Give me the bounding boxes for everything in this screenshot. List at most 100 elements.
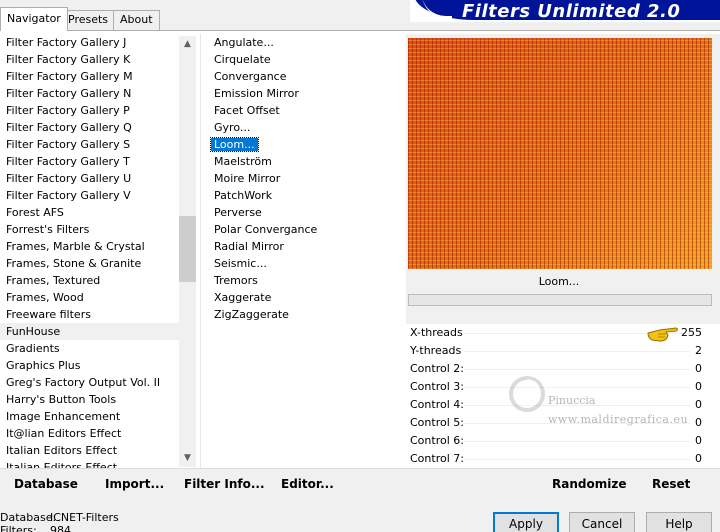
param-track[interactable] (464, 459, 690, 460)
category-item[interactable]: Filter Factory Gallery U (0, 170, 196, 187)
param-slider-row[interactable]: Control 4: 0 (406, 396, 720, 414)
title-banner: Filters Unlimited 2.0 (410, 0, 720, 22)
filter-item[interactable]: Loom... (205, 136, 400, 153)
param-track[interactable] (464, 351, 690, 352)
category-item[interactable]: Graphics Plus (0, 357, 196, 374)
category-item[interactable]: Freeware filters (0, 306, 196, 323)
filter-item-label: Convergance (214, 70, 287, 83)
category-item[interactable]: Image Enhancement (0, 408, 196, 425)
filter-item[interactable]: Facet Offset (205, 102, 400, 119)
preview-area: Loom... X-threads 255 Y-threads 2 Control 2:… (406, 34, 720, 468)
filter-item[interactable]: ZigZaggerate (205, 306, 400, 323)
filter-item[interactable]: Tremors (205, 272, 400, 289)
filter-item[interactable]: Maelström (205, 153, 400, 170)
import-button[interactable]: Import... (105, 477, 164, 491)
editor-button[interactable]: Editor... (281, 477, 334, 491)
param-name: X-threads (410, 326, 463, 339)
reset-button[interactable]: Reset (652, 477, 690, 491)
param-slider-row[interactable]: Control 2: 0 (406, 360, 720, 378)
param-slider-row[interactable]: Control 3: 0 (406, 378, 720, 396)
filter-item[interactable]: Seismic... (205, 255, 400, 272)
filter-item-label: Seismic... (214, 257, 267, 270)
category-item[interactable]: Filter Factory Gallery Q (0, 119, 196, 136)
category-item[interactable]: Italian Editors Effect (0, 459, 196, 468)
param-slider-row[interactable]: Y-threads 2 (406, 342, 720, 360)
filter-preview-image (408, 38, 712, 269)
filter-item-label: Xaggerate (214, 291, 272, 304)
category-list[interactable]: Filter Factory Gallery J Filter Factory G… (0, 34, 196, 468)
randomize-button[interactable]: Randomize (552, 477, 626, 491)
category-item[interactable]: Filter Factory Gallery M (0, 68, 196, 85)
category-item[interactable]: Frames, Marble & Crystal (0, 238, 196, 255)
filter-item[interactable]: Radial Mirror (205, 238, 400, 255)
param-track[interactable] (464, 387, 690, 388)
scroll-up-icon[interactable]: ▲ (179, 36, 196, 53)
status-info: Database:ICNET-Filters Filters: 984 (0, 511, 119, 532)
scroll-thumb[interactable] (179, 216, 196, 282)
filter-item[interactable]: Cirquelate (205, 51, 400, 68)
category-item[interactable]: Italian Editors Effect (0, 442, 196, 459)
filter-item[interactable]: Convergance (205, 68, 400, 85)
category-item[interactable]: Forrest's Filters (0, 221, 196, 238)
cancel-button[interactable]: Cancel (569, 512, 635, 532)
scroll-down-icon[interactable]: ▼ (179, 450, 196, 467)
param-track[interactable] (464, 441, 690, 442)
divider (200, 34, 201, 468)
tab-presets[interactable]: Presets (61, 10, 116, 30)
filter-item[interactable]: Gyro... (205, 119, 400, 136)
param-value: 0 (695, 416, 702, 429)
filter-item[interactable]: Xaggerate (205, 289, 400, 306)
help-button[interactable]: Help (646, 512, 712, 532)
category-item[interactable]: Frames, Wood (0, 289, 196, 306)
filter-item[interactable]: Angulate... (205, 34, 400, 51)
param-track[interactable] (464, 405, 690, 406)
category-item[interactable]: FunHouse (0, 323, 196, 340)
category-item[interactable]: Filter Factory Gallery V (0, 187, 196, 204)
category-item[interactable]: Frames, Stone & Granite (0, 255, 196, 272)
filter-item-label: Polar Convergance (214, 223, 318, 236)
filter-item-label: Loom... (210, 137, 259, 152)
filter-item-label: Facet Offset (214, 104, 280, 117)
category-item[interactable]: Filter Factory Gallery N (0, 85, 196, 102)
category-item[interactable]: Forest AFS (0, 204, 196, 221)
param-track[interactable] (464, 369, 690, 370)
param-slider-row[interactable]: Control 7: 0 (406, 450, 720, 468)
parameter-list: X-threads 255 Y-threads 2 Control 2: 0 Control… (406, 324, 720, 468)
param-value: 255 (681, 326, 702, 339)
tab-navigator[interactable]: Navigator (0, 7, 68, 31)
category-item[interactable]: Filter Factory Gallery S (0, 136, 196, 153)
param-slider-row[interactable]: Control 5: 0 (406, 414, 720, 432)
param-track[interactable] (464, 423, 690, 424)
param-name: Control 2: (410, 362, 464, 375)
param-slider-row[interactable]: X-threads 255 (406, 324, 720, 342)
category-scrollbar[interactable]: ▲ ▼ (179, 36, 196, 467)
filter-item-label: ZigZaggerate (214, 308, 289, 321)
category-item[interactable]: Harry's Button Tools (0, 391, 196, 408)
filter-item[interactable]: Polar Convergance (205, 221, 400, 238)
category-item[interactable]: Filter Factory Gallery P (0, 102, 196, 119)
category-item[interactable]: Gradients (0, 340, 196, 357)
category-item[interactable]: Filter Factory Gallery K (0, 51, 196, 68)
category-item[interactable]: Greg's Factory Output Vol. II (0, 374, 196, 391)
database-button[interactable]: Database (14, 477, 78, 491)
filter-info-button[interactable]: Filter Info... (184, 477, 265, 491)
filter-item[interactable]: Moire Mirror (205, 170, 400, 187)
param-slider-row[interactable]: Control 6: 0 (406, 432, 720, 450)
filter-item[interactable]: Perverse (205, 204, 400, 221)
category-item[interactable]: Filter Factory Gallery J (0, 34, 196, 51)
apply-button[interactable]: Apply (493, 512, 559, 532)
filter-item[interactable]: PatchWork (205, 187, 400, 204)
category-item[interactable]: Filter Factory Gallery T (0, 153, 196, 170)
tab-about[interactable]: About (113, 10, 160, 30)
param-name: Control 6: (410, 434, 464, 447)
category-item[interactable]: It@lian Editors Effect (0, 425, 196, 442)
filter-item-label: Radial Mirror (214, 240, 284, 253)
category-item[interactable]: Frames, Textured (0, 272, 196, 289)
filter-item[interactable]: Emission Mirror (205, 85, 400, 102)
filter-list[interactable]: Angulate... Cirquelate Convergance Emission… (205, 34, 400, 468)
app-title: Filters Unlimited 2.0 (462, 1, 681, 22)
param-value: 0 (695, 434, 702, 447)
param-name: Control 4: (410, 398, 464, 411)
param-value: 0 (695, 380, 702, 393)
param-name: Control 7: (410, 452, 464, 465)
